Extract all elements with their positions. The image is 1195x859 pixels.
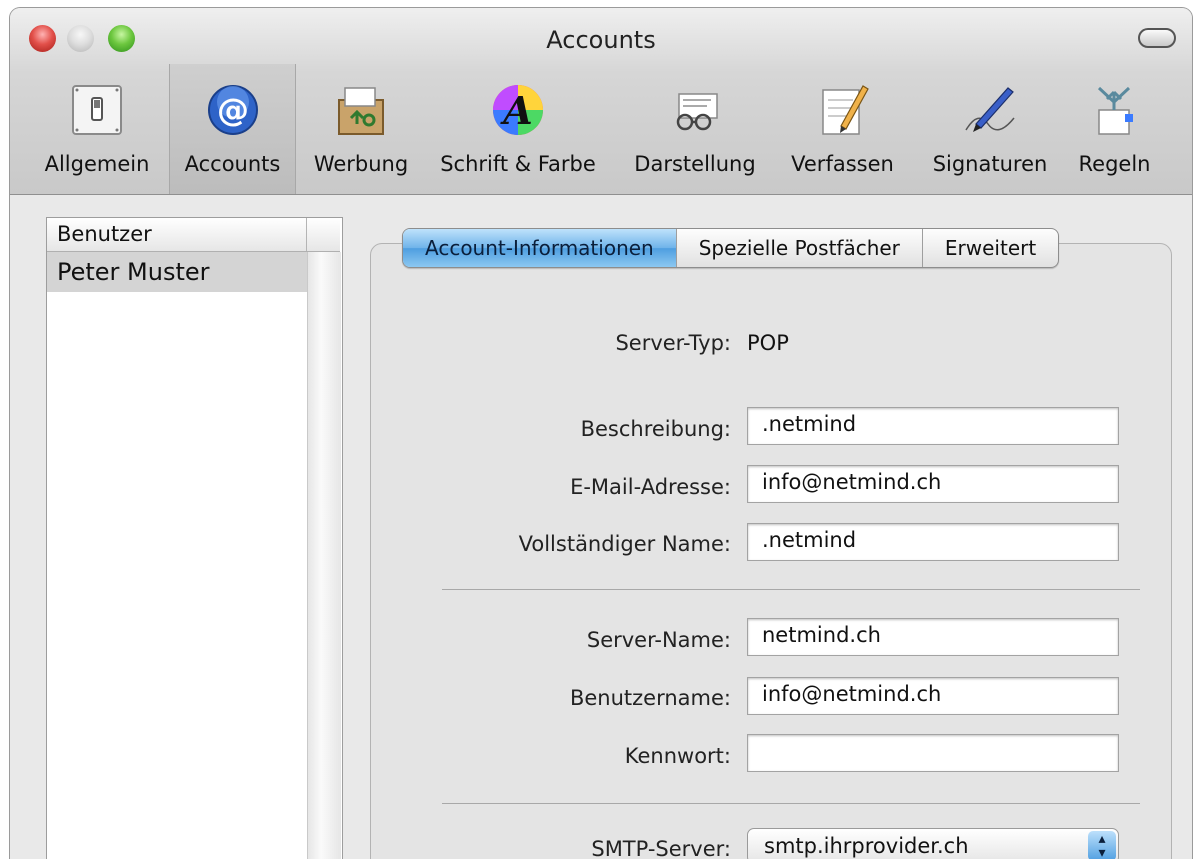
toolbar-item-signaturen[interactable]: Signaturen [915,64,1065,194]
toolbar-label: Accounts [184,152,281,176]
smtp-label: SMTP-Server: [591,837,731,859]
section-divider [442,803,1140,804]
toolbar-label: Darstellung [634,152,756,176]
toolbar-item-allgemein[interactable]: Allgemein [32,64,162,194]
account-row[interactable]: Peter Muster [47,252,307,292]
username-label: Benutzername: [569,686,731,710]
toolbar-label: Werbung [313,152,409,176]
compose-pencil-icon [821,85,869,135]
server-type-label: Server-Typ: [615,331,731,355]
accounts-list[interactable]: Benutzer Peter Muster [46,217,343,859]
signature-pen-icon [965,87,1015,132]
toolbar-label: Verfassen [791,152,894,176]
window-title: Accounts [546,26,656,54]
account-name: Peter Muster [57,258,210,286]
toolbar-label: Signaturen [932,152,1048,176]
fullname-label: Vollständiger Name: [518,532,731,556]
toolbar-label: Regeln [1078,152,1151,176]
accounts-list-header[interactable]: Benutzer [47,218,340,252]
description-label: Beschreibung: [580,417,731,441]
popup-arrows-icon: ▴ ▾ [1088,831,1116,859]
servername-label: Server-Name: [586,628,731,652]
svg-text:A: A [500,88,532,133]
toolbar-item-werbung[interactable]: Werbung [302,64,420,194]
toolbar-label: Schrift & Farbe [440,152,596,176]
rules-arrows-icon [1097,86,1133,135]
toolbar-toggle-button[interactable] [1138,28,1176,48]
preferences-window: Accounts Allgemein @ Accounts Werbung A … [10,8,1192,859]
password-label: Kennwort: [624,744,731,768]
toolbar-item-regeln[interactable]: Regeln [1067,64,1162,194]
glasses-icon [676,93,718,131]
smtp-server-select[interactable]: smtp.ihrprovider.ch ▴ ▾ [747,828,1119,859]
email-label: E-Mail-Adresse: [570,475,731,499]
list-scrollbar[interactable] [307,252,341,859]
font-color-icon: A [493,85,543,135]
server-type-value: POP [747,331,789,355]
servername-field[interactable]: netmind.ch [747,618,1119,656]
column-separator [306,218,307,251]
switch-icon [72,85,122,135]
tab-erweitert[interactable]: Erweitert [921,229,1058,267]
toolbar-item-verfassen[interactable]: Verfassen [775,64,910,194]
smtp-server-value: smtp.ihrprovider.ch [764,834,969,858]
column-header-benutzer: Benutzer [57,222,152,246]
toolbar-item-darstellung[interactable]: Darstellung [620,64,770,194]
tab-bar: Account-Informationen Spezielle Postfäch… [402,228,1060,268]
svg-text:@: @ [217,91,249,129]
toolbar-item-schrift-farbe[interactable]: A Schrift & Farbe [428,64,608,194]
fullname-field[interactable]: .netmind [747,523,1119,561]
tab-account-informationen[interactable]: Account-Informationen [403,229,676,267]
junk-mail-icon [338,87,384,135]
section-divider [442,589,1140,590]
email-field[interactable]: info@netmind.ch [747,465,1119,503]
toolbar-item-accounts[interactable]: @ Accounts [169,64,296,194]
toolbar-label: Allgemein [44,152,150,176]
username-field[interactable]: info@netmind.ch [747,677,1119,715]
at-sign-icon: @ [207,85,258,135]
password-field[interactable] [747,734,1119,772]
title-bar: Accounts Allgemein @ Accounts Werbung A … [10,8,1192,195]
preferences-content: Benutzer Peter Muster Account-Informatio… [10,195,1192,859]
description-field[interactable]: .netmind [747,407,1119,445]
tab-spezielle-postfaecher[interactable]: Spezielle Postfächer [675,229,922,267]
